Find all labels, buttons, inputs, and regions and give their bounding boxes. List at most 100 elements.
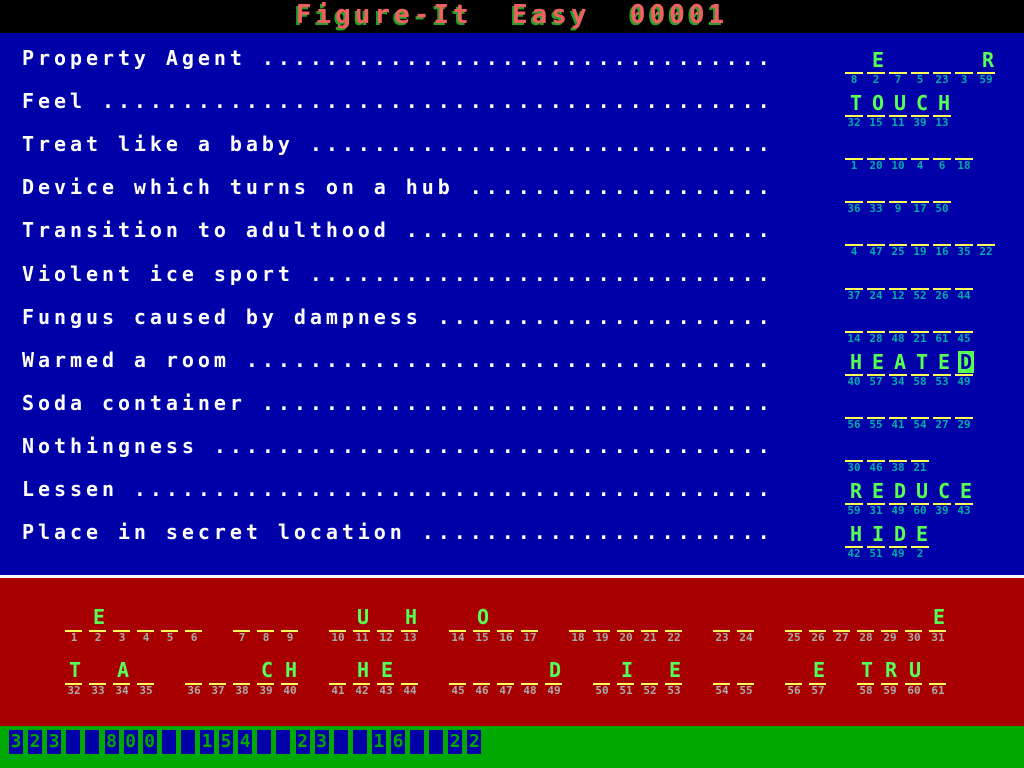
letter-slot[interactable]: 3 (955, 49, 977, 85)
puzzle-slot[interactable]: 25 (785, 606, 809, 646)
letter-slot[interactable]: D 49 (889, 480, 911, 516)
puzzle-slot[interactable]: 33 (89, 659, 113, 699)
letter-slot[interactable]: 46 (867, 437, 889, 473)
letter-slot[interactable]: 48 (889, 308, 911, 344)
puzzle-slot[interactable]: 35 (137, 659, 161, 699)
letter-slot[interactable]: 5 (911, 49, 933, 85)
puzzle-slot[interactable]: 16 (497, 606, 521, 646)
puzzle-slot[interactable]: 18 (569, 606, 593, 646)
puzzle-slot[interactable]: 17 (521, 606, 545, 646)
puzzle-slot[interactable]: H 42 (353, 659, 377, 699)
puzzle-slot[interactable]: 61 (929, 659, 953, 699)
puzzle-slot[interactable]: 48 (521, 659, 545, 699)
puzzle-slot[interactable]: T 58 (857, 659, 881, 699)
letter-slot[interactable]: 23 (933, 49, 955, 85)
letter-slot[interactable]: 7 (889, 49, 911, 85)
puzzle-slot[interactable]: 22 (665, 606, 689, 646)
puzzle-slot[interactable]: R 59 (881, 659, 905, 699)
letter-slot[interactable]: 21 (911, 437, 933, 473)
letter-slot[interactable]: 45 (955, 308, 977, 344)
letter-slot[interactable]: 21 (911, 308, 933, 344)
puzzle-slot[interactable]: 3 (113, 606, 137, 646)
puzzle-slot[interactable]: 21 (641, 606, 665, 646)
puzzle-slot[interactable]: 55 (737, 659, 761, 699)
puzzle-slot[interactable]: E 53 (665, 659, 689, 699)
letter-slot[interactable]: H 42 (845, 523, 867, 559)
puzzle-slot[interactable]: C 39 (257, 659, 281, 699)
puzzle-slot[interactable]: 14 (449, 606, 473, 646)
letter-slot[interactable]: 27 (933, 394, 955, 430)
letter-slot[interactable]: E 53 (933, 351, 955, 387)
letter-slot[interactable]: 8 (845, 49, 867, 85)
letter-slot[interactable]: 12 (889, 265, 911, 301)
puzzle-slot[interactable]: 44 (401, 659, 425, 699)
puzzle-slot[interactable]: U 60 (905, 659, 929, 699)
puzzle-slot[interactable]: 28 (857, 606, 881, 646)
puzzle-slot[interactable]: 4 (137, 606, 161, 646)
puzzle-slot[interactable]: 52 (641, 659, 665, 699)
puzzle-slot[interactable]: A 34 (113, 659, 137, 699)
letter-slot[interactable]: 38 (889, 437, 911, 473)
puzzle-slot[interactable]: 9 (281, 606, 305, 646)
letter-slot[interactable]: 41 (889, 394, 911, 430)
puzzle-slot[interactable]: 24 (737, 606, 761, 646)
letter-slot[interactable]: 28 (867, 308, 889, 344)
puzzle-slot[interactable]: 38 (233, 659, 257, 699)
letter-slot[interactable]: E 31 (867, 480, 889, 516)
puzzle-slot[interactable]: T 32 (65, 659, 89, 699)
letter-slot[interactable]: C 39 (933, 480, 955, 516)
puzzle-slot[interactable]: E 31 (929, 606, 953, 646)
letter-slot[interactable]: U 60 (911, 480, 933, 516)
letter-slot[interactable]: R 59 (845, 480, 867, 516)
puzzle-slot[interactable]: U 11 (353, 606, 377, 646)
puzzle-slot[interactable]: 50 (593, 659, 617, 699)
letter-slot[interactable]: A 34 (889, 351, 911, 387)
letter-slot[interactable]: 44 (955, 265, 977, 301)
letter-slot[interactable]: 20 (867, 135, 889, 171)
puzzle-slot[interactable]: E2 (89, 606, 113, 646)
letter-slot[interactable]: E 57 (867, 351, 889, 387)
puzzle-slot[interactable]: 7 (233, 606, 257, 646)
letter-slot[interactable]: 52 (911, 265, 933, 301)
letter-slot[interactable]: 18 (955, 135, 977, 171)
puzzle-slot[interactable]: H 40 (281, 659, 305, 699)
letter-slot[interactable]: 4 (911, 135, 933, 171)
letter-slot[interactable]: 50 (933, 178, 955, 214)
letter-slot[interactable]: 47 (867, 221, 889, 257)
puzzle-slot[interactable]: 20 (617, 606, 641, 646)
letter-slot[interactable]: 4 (845, 221, 867, 257)
letter-slot[interactable]: 1 (845, 135, 867, 171)
puzzle-slot[interactable]: 26 (809, 606, 833, 646)
puzzle-slot[interactable]: 5 (161, 606, 185, 646)
letter-slot[interactable]: E2 (867, 49, 889, 85)
letter-slot[interactable]: 37 (845, 265, 867, 301)
letter-slot[interactable]: 33 (867, 178, 889, 214)
letter-slot[interactable]: E 43 (955, 480, 977, 516)
puzzle-slot[interactable]: 27 (833, 606, 857, 646)
letter-slot[interactable]: C 39 (911, 92, 933, 128)
letter-slot[interactable]: 24 (867, 265, 889, 301)
letter-slot[interactable]: 14 (845, 308, 867, 344)
letter-slot[interactable]: 29 (955, 394, 977, 430)
letter-slot[interactable]: 10 (889, 135, 911, 171)
letter-slot[interactable]: H 40 (845, 351, 867, 387)
letter-slot[interactable]: 22 (977, 221, 999, 257)
puzzle-slot[interactable]: I 51 (617, 659, 641, 699)
letter-slot[interactable]: 16 (933, 221, 955, 257)
puzzle-slot[interactable]: 23 (713, 606, 737, 646)
letter-slot[interactable]: D 49 (955, 350, 977, 387)
puzzle-slot[interactable]: D 49 (545, 659, 569, 699)
puzzle-slot[interactable]: 10 (329, 606, 353, 646)
puzzle-slot[interactable]: 8 (257, 606, 281, 646)
letter-slot[interactable]: E2 (911, 523, 933, 559)
letter-slot[interactable]: U 11 (889, 92, 911, 128)
puzzle-slot[interactable]: 36 (185, 659, 209, 699)
puzzle-slot[interactable]: 29 (881, 606, 905, 646)
puzzle-slot[interactable]: 47 (497, 659, 521, 699)
letter-slot[interactable]: R 59 (977, 49, 999, 85)
puzzle-slot[interactable]: O 15 (473, 606, 497, 646)
letter-slot[interactable]: 9 (889, 178, 911, 214)
letter-slot[interactable]: 55 (867, 394, 889, 430)
letter-slot[interactable]: I 51 (867, 523, 889, 559)
puzzle-slot[interactable]: 1 (65, 606, 89, 646)
